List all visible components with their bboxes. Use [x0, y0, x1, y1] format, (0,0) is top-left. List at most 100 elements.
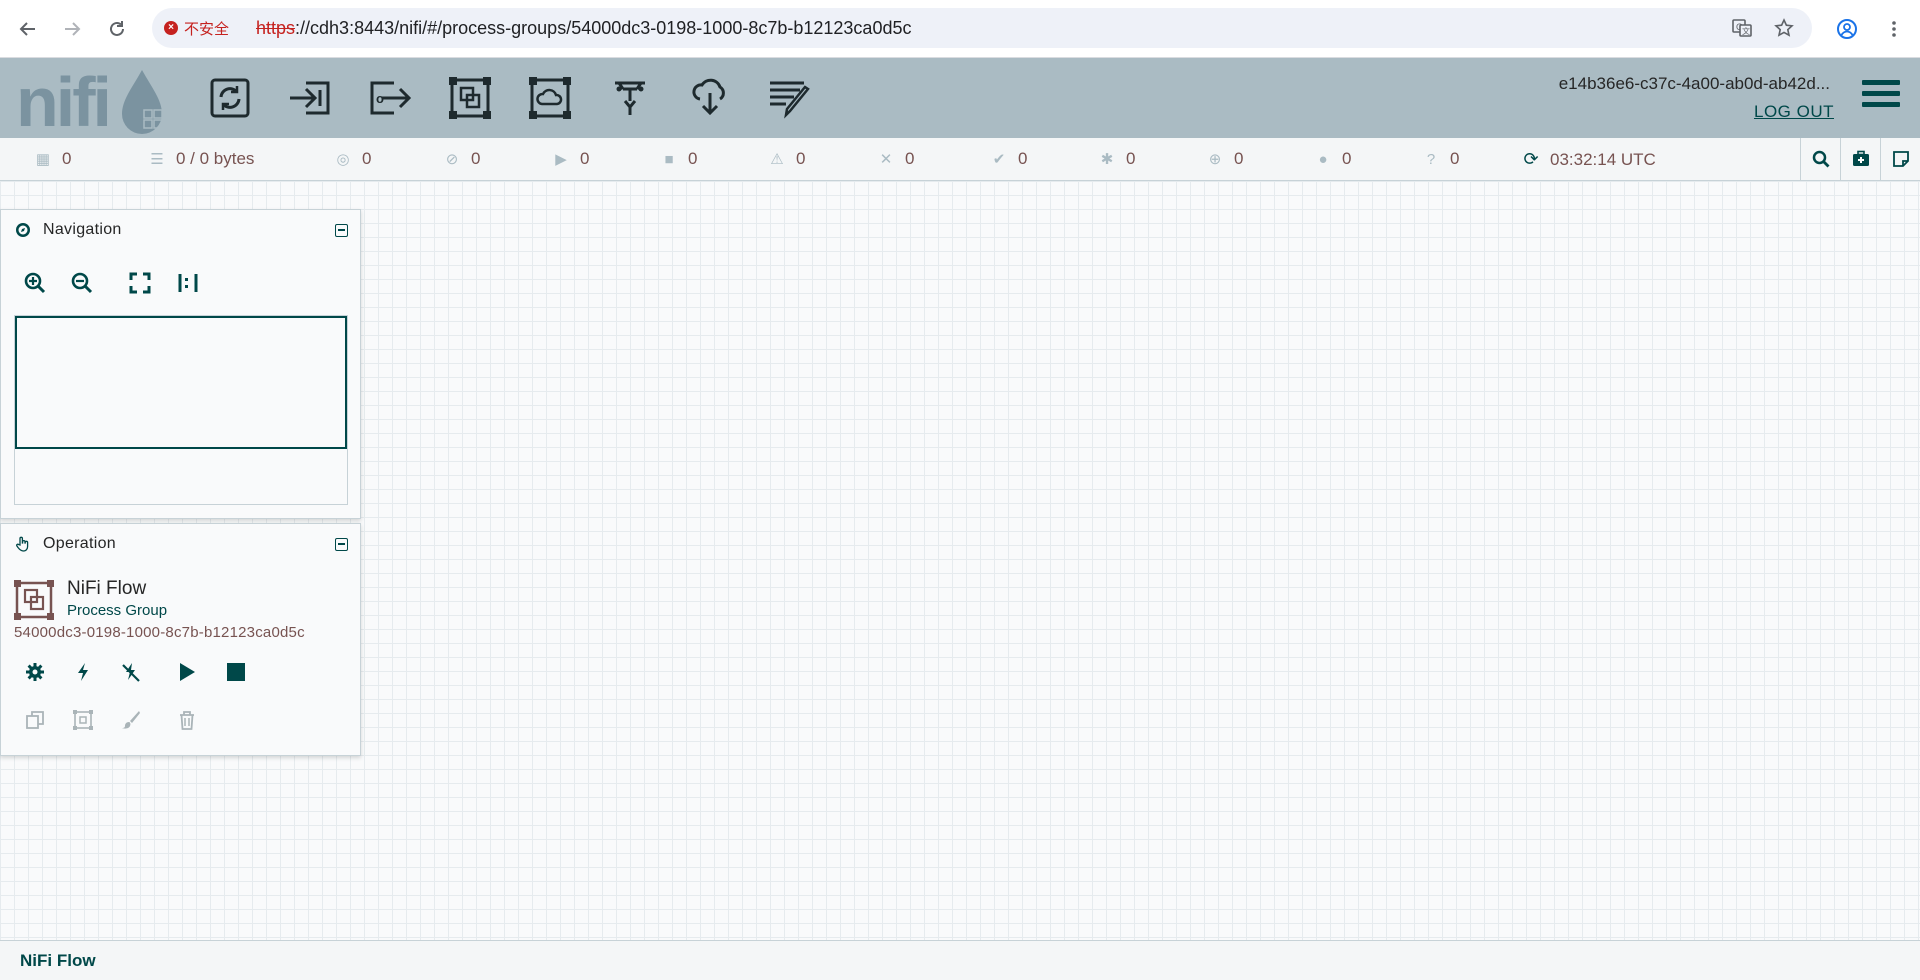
add-process-group-button[interactable] [446, 74, 494, 122]
disable-icon [122, 663, 140, 682]
url-protocol: https [256, 18, 296, 38]
start-button[interactable] [173, 658, 201, 686]
bulletin-board-button[interactable] [1840, 138, 1880, 180]
translate-button[interactable]: G文 [1730, 16, 1754, 40]
operation-title: Operation [43, 535, 116, 552]
expand-icon [129, 272, 151, 294]
stat-locally-modified: ✱ 0 [1098, 149, 1136, 169]
disable-button[interactable] [117, 658, 145, 686]
add-remote-process-group-button[interactable] [526, 74, 574, 122]
enable-button[interactable] [69, 658, 97, 686]
paintbrush-icon [122, 711, 140, 729]
stat-value: 0 [362, 149, 372, 168]
input-port-icon [290, 81, 330, 115]
add-output-port-button[interactable]: o [366, 74, 414, 122]
navigation-tools [1, 270, 360, 300]
template-icon [692, 78, 725, 116]
url-text[interactable]: https://cdh3:8443/nifi/#/process-groups/… [256, 18, 911, 39]
navigation-title: Navigation [43, 221, 122, 238]
stat-value: 0 [796, 149, 806, 168]
copy-icon [26, 711, 44, 729]
refresh-status[interactable]: ⟳ 03:32:14 UTC [1522, 149, 1656, 170]
arrow-right-icon [65, 22, 81, 36]
viewport-indicator[interactable] [15, 316, 347, 449]
zoom-in-button[interactable] [22, 270, 48, 296]
translate-icon: G文 [1732, 19, 1752, 37]
browser-menu-button[interactable] [1880, 15, 1908, 43]
change-color-button[interactable] [117, 706, 145, 734]
nifi-logo: nifi [16, 64, 163, 134]
stat-value: 0 [1126, 149, 1136, 168]
last-refreshed-time: 03:32:14 UTC [1550, 149, 1656, 169]
reload-icon [110, 21, 124, 36]
lightning-icon [78, 663, 88, 681]
compass-icon [16, 223, 30, 237]
security-chip[interactable]: × 不安全 [164, 17, 229, 39]
add-input-port-button[interactable] [286, 74, 334, 122]
add-funnel-button[interactable] [606, 74, 654, 122]
breadcrumb-root[interactable]: NiFi Flow [20, 951, 96, 971]
group-icon [73, 710, 93, 730]
navigation-header[interactable]: Navigation [1, 210, 360, 250]
stat-value: 0 [688, 149, 698, 168]
collapse-navigation-button[interactable] [335, 224, 348, 237]
address-bar[interactable]: × 不安全 https://cdh3:8443/nifi/#/process-g… [152, 8, 1812, 48]
stat-value: 0 [1234, 149, 1244, 168]
more-vert-icon [1892, 21, 1896, 37]
back-button[interactable] [14, 15, 42, 43]
operation-palette: Operation NiFi Flow Process Group 54000d… [0, 523, 361, 756]
logout-link[interactable]: LOG OUT [1754, 102, 1834, 122]
add-processor-button[interactable] [206, 74, 254, 122]
forward-button[interactable] [58, 15, 86, 43]
collapse-operation-button[interactable] [335, 538, 348, 551]
group-button[interactable] [69, 706, 97, 734]
operation-header[interactable]: Operation [1, 524, 360, 564]
hand-pointer-icon [16, 536, 29, 552]
exclamation-circle-icon: ● [1318, 150, 1328, 168]
profile-button[interactable] [1833, 15, 1861, 43]
search-button[interactable] [1800, 138, 1840, 180]
bullseye-icon: ◎ [336, 151, 350, 168]
status-actions [1800, 138, 1920, 180]
medkit-icon [1852, 150, 1869, 166]
stat-up-to-date: ✔ 0 [990, 149, 1028, 169]
configure-button[interactable] [21, 658, 49, 686]
stat-value: 0 [580, 149, 590, 168]
global-menu-button[interactable] [1862, 80, 1900, 114]
stat-queued: ☰ 0 / 0 bytes [148, 149, 254, 169]
actual-size-button[interactable] [175, 270, 201, 296]
delete-button[interactable] [173, 706, 201, 734]
stop-button[interactable] [222, 658, 250, 686]
nifi-header: nifi o e14b36e6-c37c-4a00-ab0d-ab42d... … [0, 58, 1920, 138]
zoom-out-button[interactable] [69, 270, 95, 296]
stat-value: 0 / 0 bytes [176, 149, 255, 168]
stat-value: 0 [905, 149, 915, 168]
stat-transmitting: ▦ 0 [34, 149, 72, 169]
current-user: e14b36e6-c37c-4a00-ab0d-ab42d... [1558, 74, 1830, 93]
add-template-button[interactable] [686, 74, 734, 122]
stat-not-transmitting: ⊘ 0 [443, 149, 481, 169]
insecure-label: 不安全 [184, 20, 230, 38]
bookmark-button[interactable] [1772, 16, 1796, 40]
stat-sync-failure: ? 0 [1422, 149, 1460, 169]
play-icon: ▶ [555, 151, 567, 168]
stat-transmitting-remote: ◎ 0 [334, 149, 371, 169]
add-label-button[interactable] [766, 74, 814, 122]
disabled-icon: ✕ [879, 151, 893, 168]
flow-status-bar: ▦ 0 ☰ 0 / 0 bytes ◎ 0 ⊘ 0 ▶ 0 ■ 0 ⚠ 0 ✕ 0 ✔ 0 ✱ 0 … [0, 138, 1920, 181]
reload-button[interactable] [103, 15, 131, 43]
component-id: 54000dc3-0198-1000-8c7b-b12123ca0d5c [14, 624, 305, 641]
remote-process-group-icon [529, 77, 571, 119]
stat-disabled: ✕ 0 [877, 149, 915, 169]
copy-button[interactable] [21, 706, 49, 734]
fit-to-screen-button[interactable] [127, 270, 153, 296]
birdseye-view[interactable] [14, 315, 348, 505]
no-transmit-icon: ⊘ [445, 151, 459, 168]
arrow-left-icon [19, 22, 35, 36]
component-type: Process Group [67, 602, 168, 619]
label-icon [770, 81, 810, 119]
search-icon [1812, 150, 1829, 168]
funnel-icon [615, 81, 645, 115]
notes-button[interactable] [1880, 138, 1920, 180]
list-icon: ☰ [150, 151, 164, 168]
